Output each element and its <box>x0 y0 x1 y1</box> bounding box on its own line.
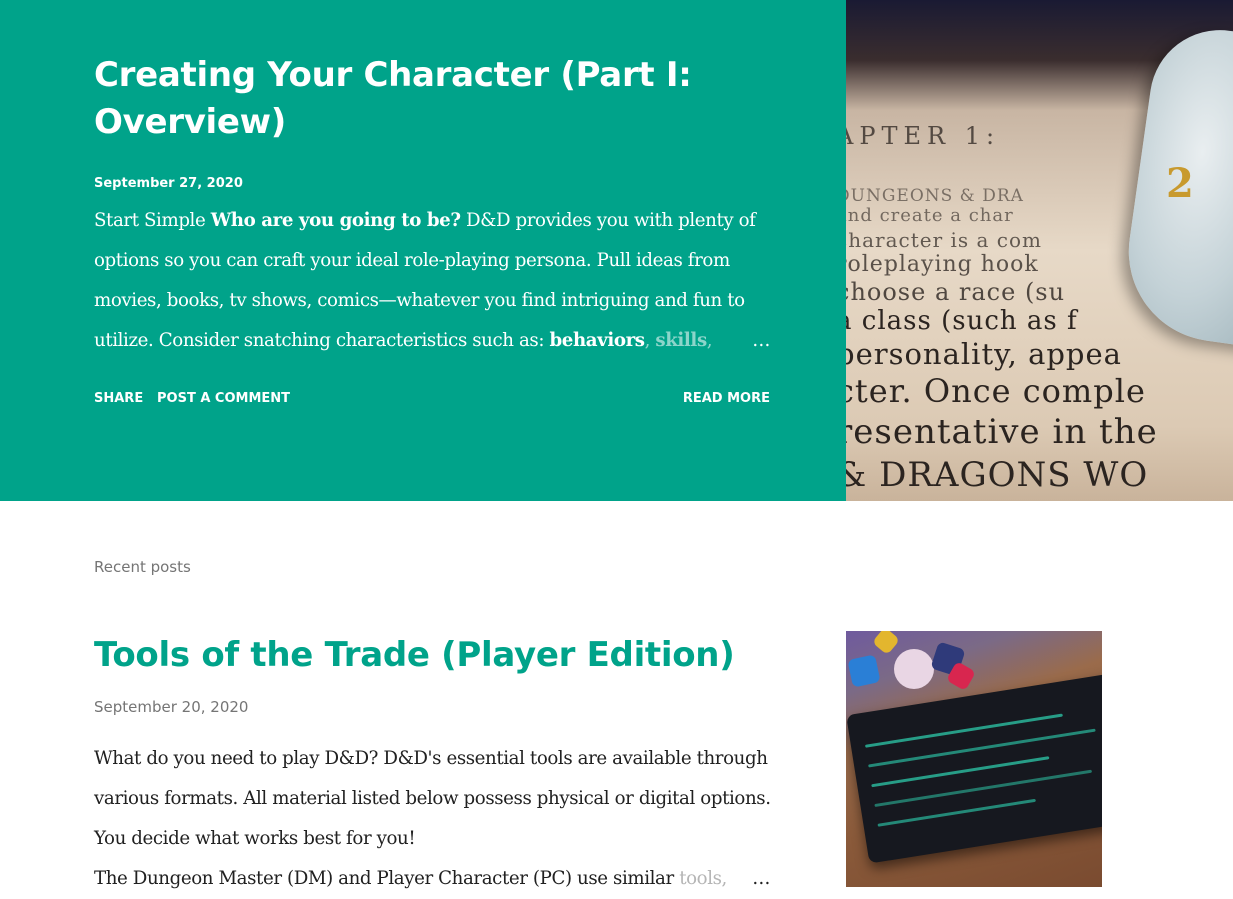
snippet-ellipsis: … <box>752 330 770 351</box>
tablet-screen-line <box>864 713 1063 748</box>
post-date[interactable]: September 20, 2020 <box>94 698 248 716</box>
image-text-line: character is a com <box>846 228 1042 252</box>
die-number: 2 <box>1166 160 1194 207</box>
image-text-line: choose a race (su <box>846 278 1066 306</box>
image-text-line: a class (such as f <box>846 306 1078 336</box>
image-text-line: DUNGEONS & DRA <box>846 186 1024 206</box>
snippet-lead: Start Simple <box>94 210 211 231</box>
tablet-screen-line <box>868 728 1096 768</box>
post-snippet-text: What do you need to play D&D? D&D's esse… <box>94 748 771 849</box>
featured-post: Creating Your Character (Part I: Overvie… <box>0 0 1233 501</box>
image-text-line: personality, appea <box>846 337 1122 371</box>
image-text-line: resentative in the <box>846 412 1158 452</box>
image-text-line: cter. Once comple <box>846 372 1146 410</box>
featured-post-snippet: Start Simple Who are you going to be? D&… <box>94 201 784 361</box>
post-snippet: What do you need to play D&D? D&D's esse… <box>94 739 784 899</box>
featured-post-date[interactable]: September 27, 2020 <box>94 176 243 191</box>
snippet-bold-question: Who are you going to be? <box>210 210 461 231</box>
snippet-bold-behaviors: behaviors <box>549 330 645 351</box>
post-snippet-ellipsis: … <box>752 868 770 889</box>
featured-post-title[interactable]: Creating Your Character (Part I: Overvie… <box>94 52 774 146</box>
read-more-link[interactable]: READ MORE <box>683 391 770 406</box>
image-text-line: and create a char <box>846 205 1014 226</box>
tablet-screen-line <box>874 769 1093 808</box>
snippet-trail: , <box>706 330 713 351</box>
dice-icon <box>847 654 881 688</box>
share-button[interactable]: SHARE <box>94 391 143 406</box>
tablet-device <box>846 668 1102 864</box>
snippet-bold-skills: skills <box>655 330 707 351</box>
featured-post-actions: SHARE POST A COMMENT READ MORE <box>94 391 770 411</box>
image-text-line: roleplaying hook <box>846 252 1039 277</box>
post-thumbnail[interactable] <box>846 631 1102 887</box>
image-text-line: & DRAGONS WO <box>846 455 1149 495</box>
featured-post-image[interactable]: APTER 1: DUNGEONS & DRA and create a cha… <box>846 0 1233 501</box>
snippet-separator: , <box>644 330 656 351</box>
tablet-screen-line <box>877 798 1036 827</box>
post-snippet-fade: tools, <box>679 868 727 889</box>
post-title[interactable]: Tools of the Trade (Player Edition) <box>94 632 735 678</box>
dice-icon <box>871 631 901 656</box>
post-comment-button[interactable]: POST A COMMENT <box>157 391 290 406</box>
recent-posts-heading: Recent posts <box>94 558 191 576</box>
image-text-line: APTER 1: <box>846 122 1001 150</box>
post-snippet-text: The Dungeon Master (DM) and Player Chara… <box>94 868 680 889</box>
dice-icon <box>894 649 934 689</box>
